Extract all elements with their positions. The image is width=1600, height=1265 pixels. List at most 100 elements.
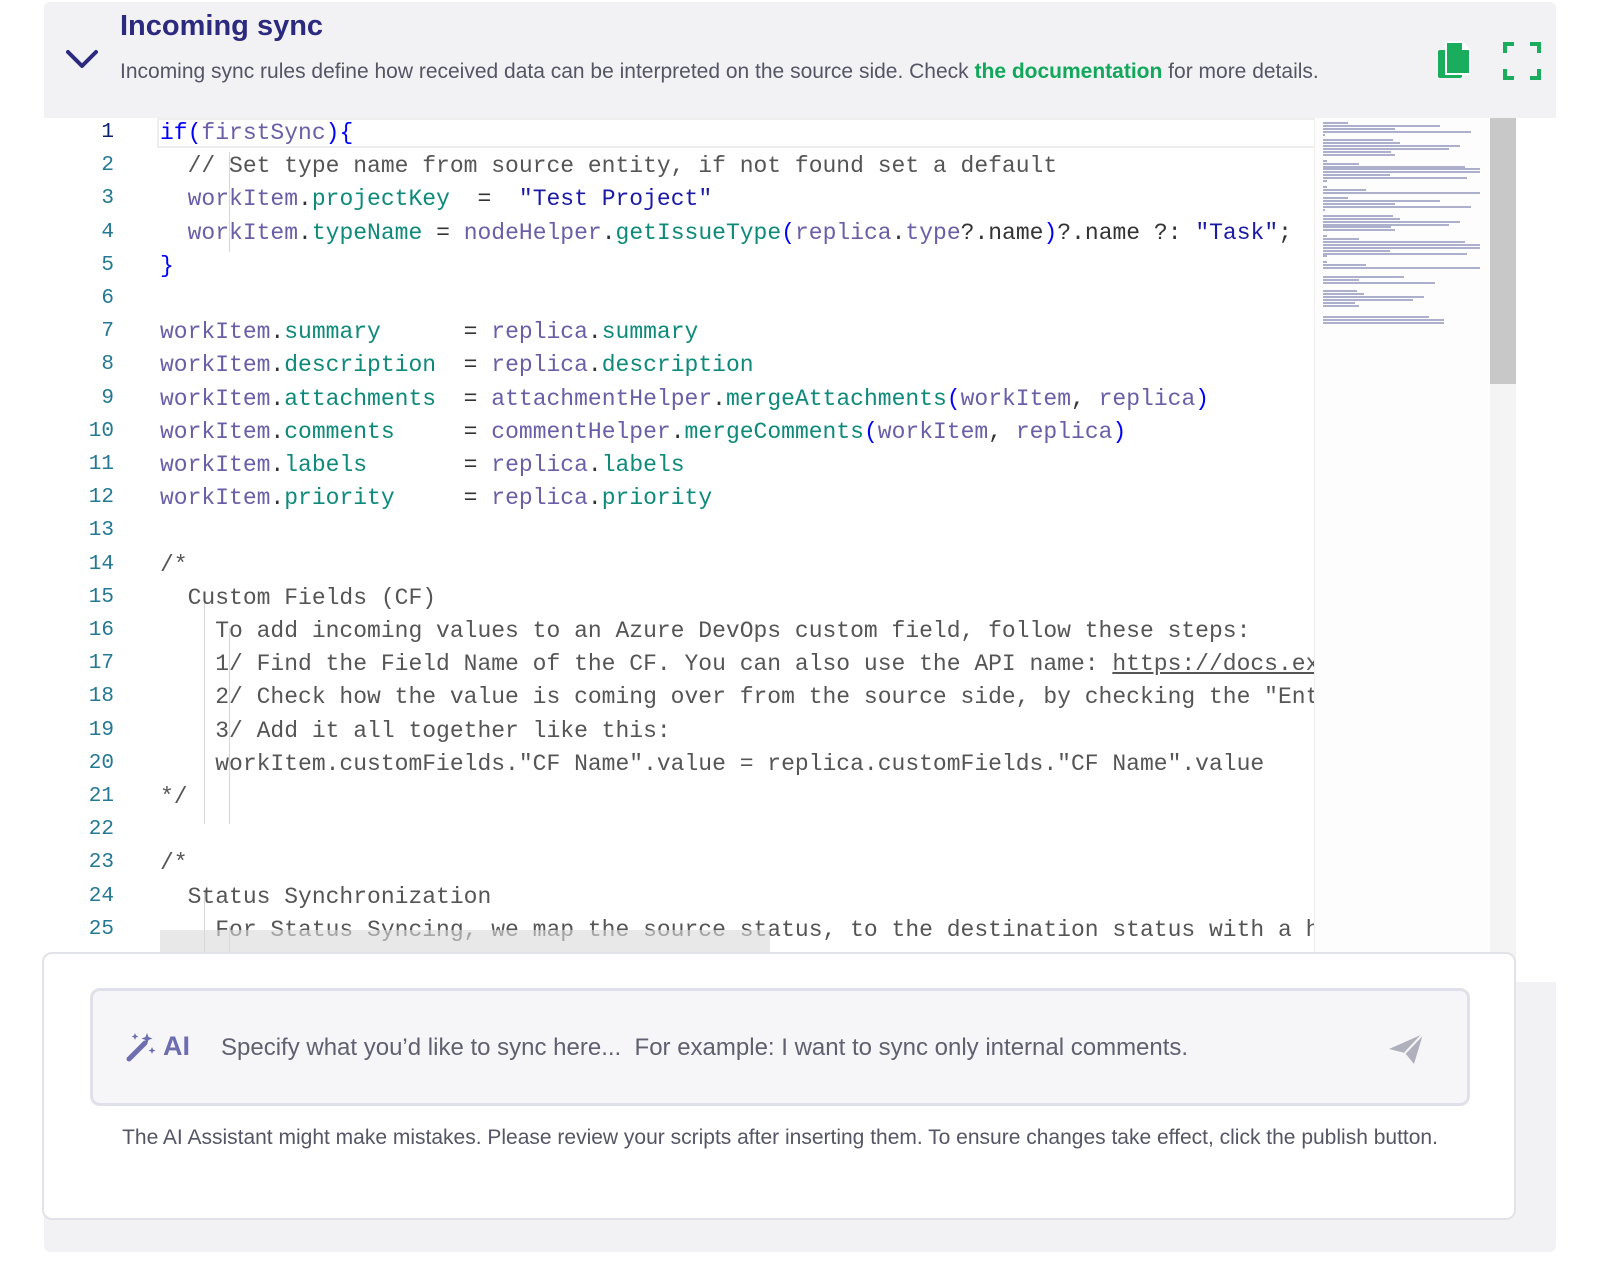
minimap-line xyxy=(1323,174,1390,177)
code-text: /* xyxy=(160,551,188,578)
minimap-line xyxy=(1323,159,1327,162)
minimap-line xyxy=(1323,130,1471,133)
line-number: 9 xyxy=(101,386,114,410)
code-editor[interactable]: 1 if(firstSync){2 // Set type name from s… xyxy=(44,118,1556,982)
code-line[interactable]: 23 /* xyxy=(44,846,1362,880)
code-line[interactable]: 10 workItem.comments = commentHelper.merg… xyxy=(44,415,1362,449)
code-line[interactable]: 9 workItem.attachments = attachmentHelper… xyxy=(44,382,1362,416)
code-line[interactable]: 11 workItem.labels = replica.labels xyxy=(44,448,1362,482)
description-text-end: for more details. xyxy=(1162,60,1319,83)
fullscreen-icon[interactable] xyxy=(1502,40,1542,82)
code-line[interactable]: 19 3/ Add it all together like this: xyxy=(44,714,1362,748)
code-text: } xyxy=(160,252,174,279)
code-text: workItem.comments = commentHelper.mergeC… xyxy=(160,418,1127,445)
minimap-line xyxy=(1323,226,1392,229)
code-minimap[interactable] xyxy=(1314,118,1491,982)
line-number: 5 xyxy=(101,253,114,277)
minimap-line xyxy=(1323,171,1480,174)
minimap-line xyxy=(1323,220,1460,223)
vertical-scrollbar[interactable] xyxy=(1490,118,1516,982)
line-number: 16 xyxy=(88,619,114,642)
minimap-line xyxy=(1323,124,1440,127)
minimap-line xyxy=(1323,319,1444,322)
minimap-line xyxy=(1323,162,1359,165)
code-line[interactable]: 2 // Set type name from source entity, i… xyxy=(44,149,1362,183)
minimap-line xyxy=(1323,151,1392,153)
line-number: 10 xyxy=(88,419,114,443)
minimap-line xyxy=(1323,214,1394,217)
line-number: 24 xyxy=(88,884,114,908)
minimap-line xyxy=(1323,290,1358,293)
code-line[interactable]: 16 To add incoming values to an Azure De… xyxy=(44,614,1362,648)
ai-prompt-input[interactable] xyxy=(219,1021,1373,1075)
minimap-line xyxy=(1323,223,1449,226)
minimap-line xyxy=(1323,301,1356,304)
code-line[interactable]: 5} xyxy=(44,249,1362,283)
code-line[interactable]: 4 workItem.typeName = nodeHelper.getIssu… xyxy=(44,216,1362,250)
ai-label: AI xyxy=(163,1031,190,1061)
minimap-line xyxy=(1323,238,1359,240)
ai-prompt-box[interactable]: AI xyxy=(90,988,1470,1106)
page-title: Incoming sync xyxy=(120,10,324,42)
code-line[interactable]: 14 /* xyxy=(44,548,1362,582)
line-number: 13 xyxy=(88,519,114,543)
code-text: */ xyxy=(160,784,188,810)
line-number: 6 xyxy=(101,287,114,310)
code-text: 1/ Find the Field Name of the CF. You ca… xyxy=(160,651,1361,678)
minimap-line xyxy=(1323,246,1480,249)
minimap-line xyxy=(1323,148,1449,151)
line-number: 17 xyxy=(88,652,114,676)
line-number: 12 xyxy=(88,486,114,510)
code-text: Status Synchronization xyxy=(160,883,492,910)
code-text: Custom Fields (CF) xyxy=(160,584,437,611)
panel-description: Incoming sync rules define how received … xyxy=(120,54,1350,89)
code-line[interactable]: 18 2/ Check how the value is coming over… xyxy=(44,680,1362,714)
code-line[interactable]: 15 Custom Fields (CF) xyxy=(44,581,1362,615)
copy-icon[interactable] xyxy=(1434,40,1474,82)
minimap-line xyxy=(1323,322,1444,325)
line-number: 8 xyxy=(101,353,114,377)
minimap-line xyxy=(1323,180,1327,182)
code-line[interactable]: 24 Status Synchronization xyxy=(44,880,1362,914)
code-text: workItem.typeName = nodeHelper.getIssueT… xyxy=(187,219,1292,246)
horizontal-scrollbar[interactable] xyxy=(160,930,770,952)
line-number: 22 xyxy=(88,818,114,842)
code-line[interactable]: 21 */ xyxy=(44,780,1362,814)
minimap-line xyxy=(1323,153,1395,156)
line-number: 19 xyxy=(88,718,114,742)
description-text: Incoming sync rules define how received … xyxy=(120,60,975,83)
minimap-line xyxy=(1323,217,1401,220)
minimap-line xyxy=(1323,168,1480,171)
code-line[interactable]: 20 workItem.customFields."CF Name".value… xyxy=(44,747,1362,781)
minimap-line xyxy=(1323,249,1390,252)
code-line[interactable]: 3 workItem.projectKey = "Test Project" xyxy=(44,182,1362,216)
code-line[interactable]: 17 1/ Find the Field Name of the CF. You… xyxy=(44,647,1362,681)
line-number: 14 xyxy=(88,552,114,576)
chevron-down-icon[interactable] xyxy=(64,42,100,78)
minimap-line xyxy=(1323,267,1480,269)
code-text: workItem.labels = replica.labels xyxy=(160,452,685,478)
code-area[interactable]: 1 if(firstSync){2 // Set type name from s… xyxy=(44,118,1362,982)
minimap-line xyxy=(1323,177,1467,180)
send-icon[interactable] xyxy=(1387,1031,1425,1067)
code-text: To add incoming values to an Azure DevOp… xyxy=(160,618,1251,644)
code-line[interactable]: 12 workItem.priority = replica.priority xyxy=(44,481,1362,515)
minimap-line xyxy=(1323,296,1424,298)
minimap-line xyxy=(1323,293,1365,296)
documentation-link[interactable]: the documentation xyxy=(975,60,1163,83)
line-number: 3 xyxy=(101,187,114,211)
code-line[interactable]: 22 xyxy=(44,813,1362,847)
code-line[interactable]: 13 xyxy=(44,514,1362,548)
code-line[interactable]: 6 xyxy=(44,282,1362,316)
code-line[interactable]: 7 workItem.summary = replica.summary xyxy=(44,315,1362,349)
minimap-line xyxy=(1323,165,1466,168)
line-number: 20 xyxy=(88,751,114,775)
minimap-line xyxy=(1323,281,1435,284)
code-line[interactable]: 1 if(firstSync){ xyxy=(44,118,1362,150)
code-line[interactable]: 8 workItem.description = replica.descript… xyxy=(44,348,1362,382)
scrollbar-thumb[interactable] xyxy=(1490,118,1516,384)
ai-assistant-panel: AI The AI Assistant might make mistakes.… xyxy=(42,952,1516,1220)
minimap-line xyxy=(1323,229,1395,232)
minimap-line xyxy=(1323,275,1404,278)
minimap-line xyxy=(1323,316,1430,319)
